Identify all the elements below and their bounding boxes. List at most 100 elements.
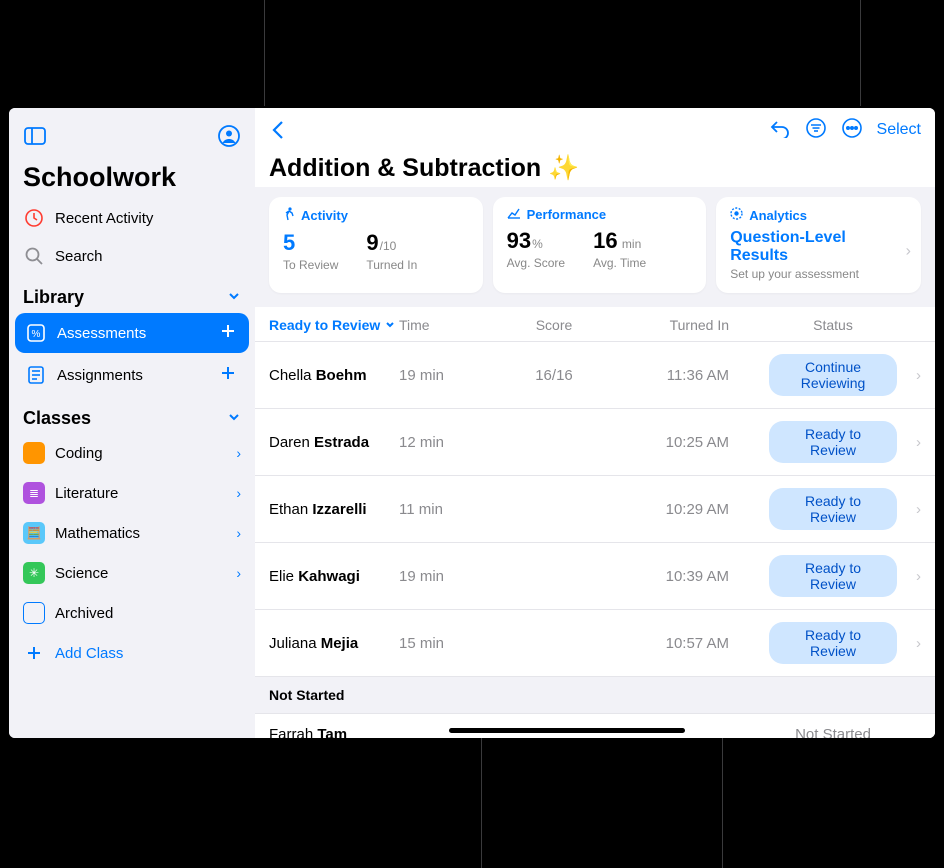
plus-icon (23, 642, 45, 664)
status-pill[interactable]: Ready to Review (769, 555, 897, 597)
person-walk-icon (283, 207, 295, 224)
time-cell: 11 min (399, 501, 499, 518)
student-name: Juliana Mejia (269, 635, 399, 652)
status-pill[interactable]: Continue Reviewing (769, 354, 897, 396)
student-row[interactable]: Daren Estrada12 min 10:25 AM Ready to Revi… (255, 409, 935, 476)
more-icon[interactable] (841, 117, 863, 144)
nav-recent-activity[interactable]: Recent Activity (9, 199, 255, 237)
to-review-count: 5 (283, 230, 295, 255)
sidebar-toggle-icon[interactable] (21, 122, 49, 150)
chevron-down-icon (227, 287, 241, 308)
svg-text:%: % (32, 329, 41, 340)
add-class[interactable]: Add Class (9, 633, 255, 673)
student-name: Chella Boehm (269, 367, 399, 384)
select-button[interactable]: Select (877, 121, 921, 139)
student-row[interactable]: Juliana Mejia15 min 10:57 AM Ready to Revi… (255, 610, 935, 677)
library-item-label: Assignments (57, 367, 143, 384)
class-icon (23, 602, 45, 624)
turned-in-count: 9 (366, 230, 378, 255)
class-item[interactable]: Coding› (9, 433, 255, 473)
student-name: Elie Kahwagi (269, 568, 399, 585)
main-content: Select Addition & Subtraction ✨ Activity… (255, 108, 935, 738)
chevron-right-icon: › (897, 434, 921, 451)
search-icon (23, 245, 45, 267)
status-cell: Ready to Review (729, 555, 897, 597)
undo-icon[interactable] (769, 118, 791, 143)
analytics-card[interactable]: Analytics Question-Level Results Set up … (716, 197, 921, 293)
filter-icon[interactable] (805, 117, 827, 144)
performance-card[interactable]: Performance 93% Avg. Score 16 min Avg. T… (493, 197, 707, 293)
student-row[interactable]: Elie Kahwagi19 min10:39 AMReady to Revie… (255, 543, 935, 610)
classes-header[interactable]: Classes (9, 396, 255, 433)
class-icon: 🧮 (23, 522, 45, 544)
chevron-right-icon: › (236, 525, 241, 541)
class-label: Coding (55, 445, 103, 462)
library-header[interactable]: Library (9, 275, 255, 312)
turned-in-cell: 10:25 AM (609, 434, 729, 451)
student-row[interactable]: Chella Boehm19 min16/1611:36 AM Continue … (255, 342, 935, 409)
page-title: Addition & Subtraction ✨ (255, 144, 935, 187)
assessments-icon: % (25, 322, 47, 344)
activity-card[interactable]: Activity 5 To Review 9/10 Turned In (269, 197, 483, 293)
col-turned-in[interactable]: Turned In (609, 317, 729, 333)
status-pill[interactable]: Ready to Review (769, 488, 897, 530)
clock-icon (23, 207, 45, 229)
callout-line (264, 0, 265, 106)
group-not-started: Not Started (255, 677, 935, 714)
metric-label: Avg. Time (593, 256, 646, 270)
plus-icon[interactable] (219, 364, 237, 386)
analytics-title: Question-Level Results (730, 229, 907, 265)
class-label: Science (55, 565, 108, 582)
col-status[interactable]: Status (729, 317, 897, 333)
class-item[interactable]: ≣Literature› (9, 473, 255, 513)
back-button[interactable] (265, 116, 293, 144)
class-icon: ≣ (23, 482, 45, 504)
avg-score: 93 (507, 228, 531, 253)
score-cell: 16/16 (499, 367, 609, 384)
nav-label: Recent Activity (55, 210, 153, 227)
time-cell: 12 min (399, 434, 499, 451)
callout-line (860, 0, 861, 106)
library-item-label: Assessments (57, 325, 146, 342)
student-name: Daren Estrada (269, 434, 399, 451)
chevron-right-icon: › (906, 242, 911, 260)
col-time[interactable]: Time (399, 317, 499, 333)
nav-search[interactable]: Search (9, 237, 255, 275)
account-icon[interactable] (215, 122, 243, 150)
table-header: Ready to Review Time Score Turned In Sta… (255, 307, 935, 342)
student-row[interactable]: Farrah Tam Not Started (255, 714, 935, 738)
plus-icon[interactable] (219, 322, 237, 344)
sidebar: Schoolwork Recent Activity Search Librar… (9, 108, 255, 738)
library-assignments[interactable]: Assignments (15, 355, 249, 395)
analytics-icon (730, 207, 743, 223)
class-item[interactable]: 🧮 Mathematics › (9, 513, 255, 553)
app-title: Schoolwork (9, 150, 255, 199)
student-name: Farrah Tam (269, 726, 399, 738)
time-cell: 19 min (399, 367, 499, 384)
app-window: Schoolwork Recent Activity Search Librar… (9, 108, 935, 738)
turned-in-cell: 11:36 AM (609, 367, 729, 384)
student-row[interactable]: Ethan Izzarelli11 min10:29 AMReady to Re… (255, 476, 935, 543)
chevron-right-icon: › (236, 565, 241, 581)
status-pill[interactable]: Ready to Review (769, 622, 897, 664)
status-text: Not Started (795, 726, 871, 738)
add-class-label: Add Class (55, 645, 123, 662)
class-label: Mathematics (55, 525, 140, 542)
analytics-sub: Set up your assessment (730, 267, 907, 281)
time-cell: 15 min (399, 635, 499, 652)
chevron-right-icon: › (897, 568, 921, 585)
class-item[interactable]: Archived (9, 593, 255, 633)
turned-in-cell: 10:57 AM (609, 635, 729, 652)
home-indicator (449, 728, 685, 733)
status-pill[interactable]: Ready to Review (769, 421, 897, 463)
status-cell: Not Started (729, 726, 897, 738)
chart-icon (507, 207, 521, 222)
avg-time: 16 (593, 228, 617, 253)
library-assessments[interactable]: % Assessments (15, 313, 249, 353)
col-score[interactable]: Score (499, 317, 609, 333)
turned-in-cell: 10:39 AM (609, 568, 729, 585)
sort-ready-to-review[interactable]: Ready to Review (269, 317, 399, 333)
chevron-down-icon (227, 408, 241, 429)
class-item[interactable]: ✳ Science › (9, 553, 255, 593)
class-icon: ✳ (23, 562, 45, 584)
